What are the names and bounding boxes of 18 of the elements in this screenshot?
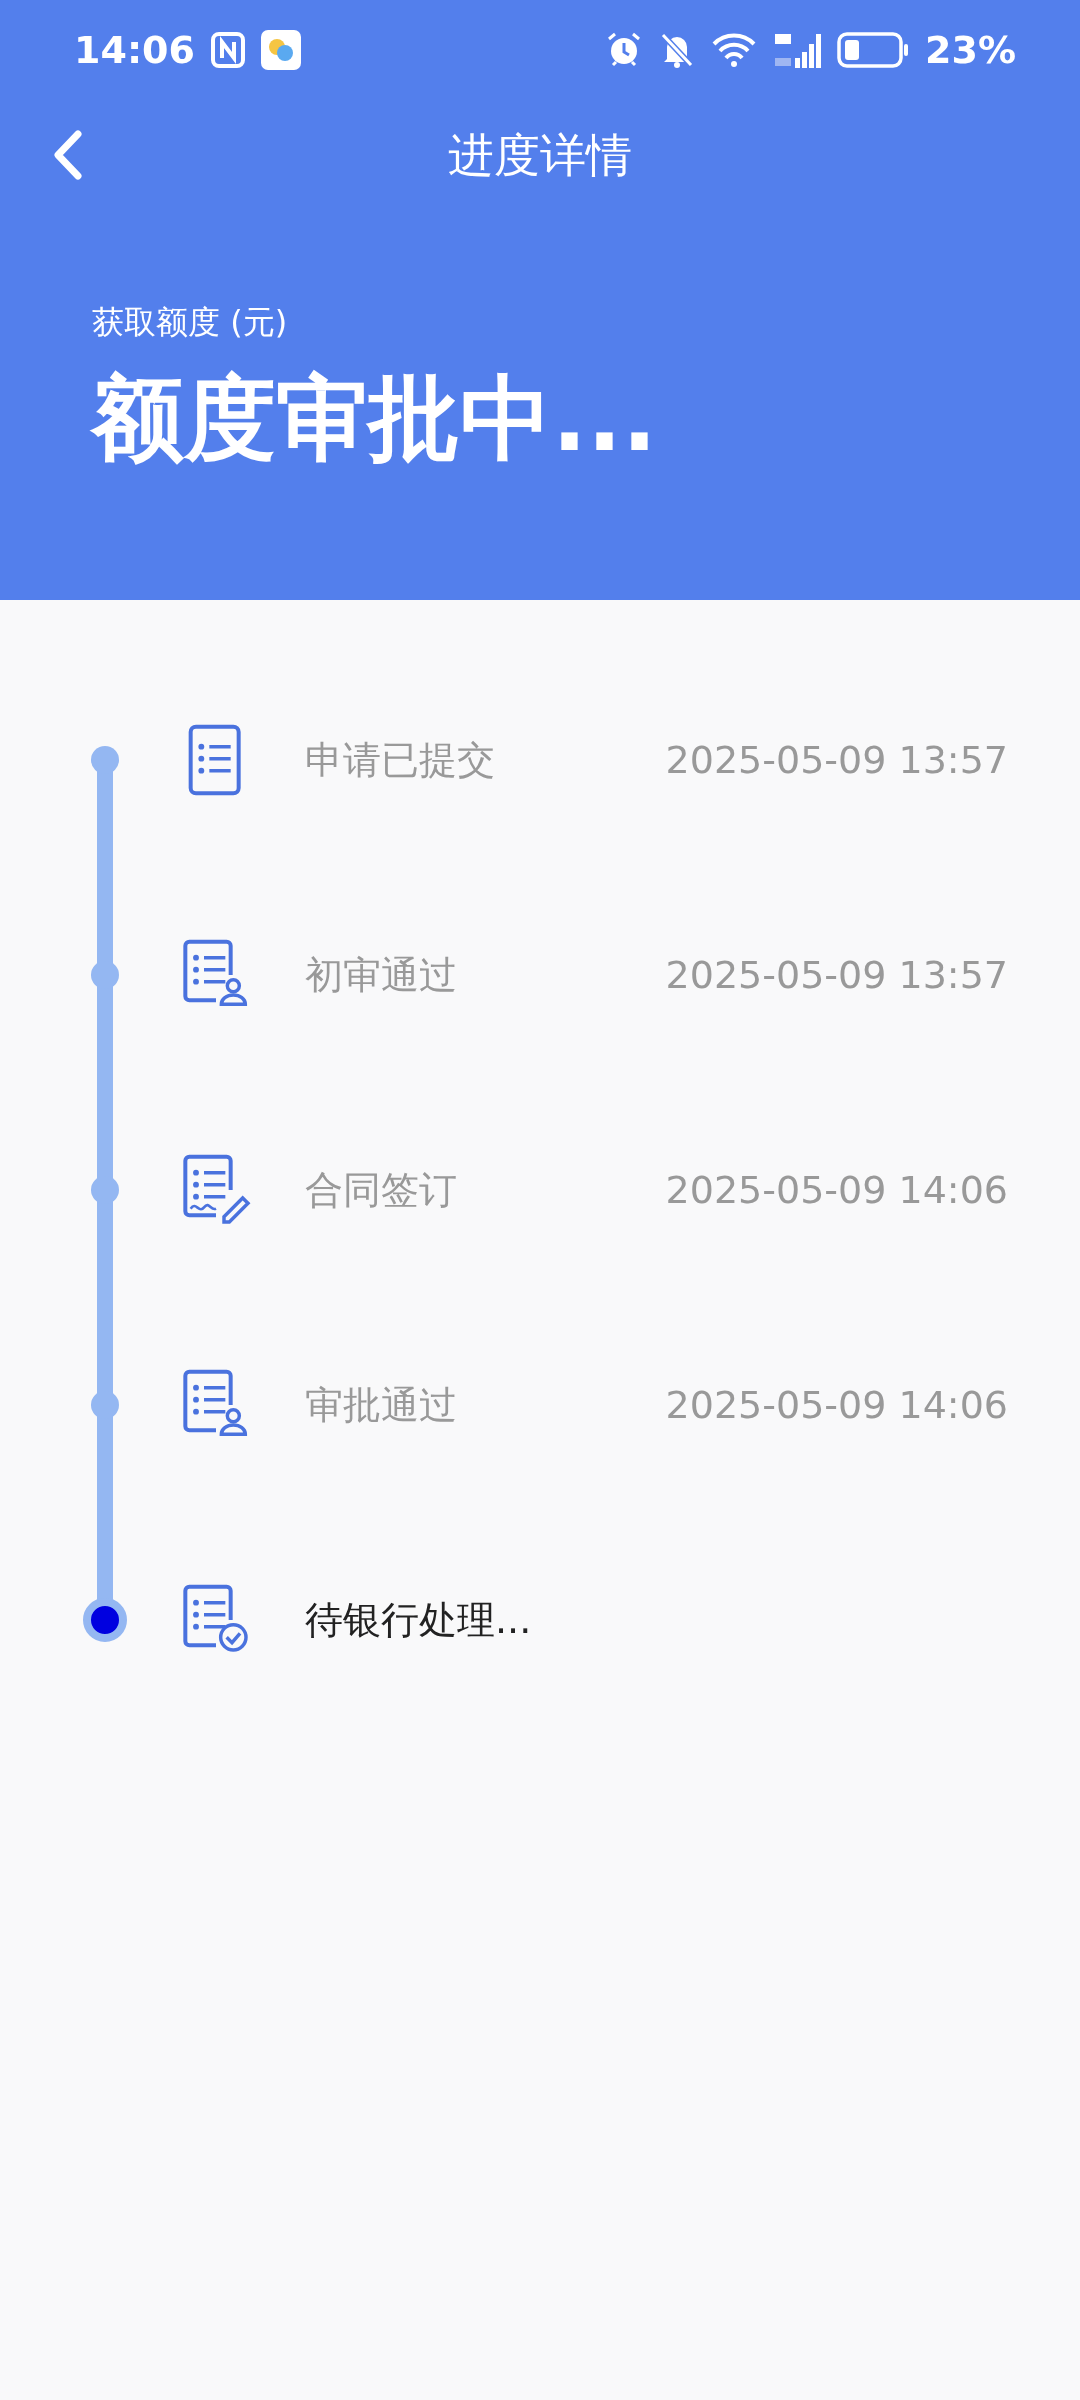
step-time: 2025-05-09 13:57 bbox=[665, 736, 1008, 783]
step-title: 待银行处理... bbox=[305, 1596, 532, 1643]
step-title: 申请已提交 bbox=[305, 736, 495, 783]
battery-icon bbox=[837, 31, 910, 69]
app-icon bbox=[260, 30, 301, 70]
status-time: 14:06 bbox=[74, 26, 195, 74]
battery-percent: 23% bbox=[925, 26, 1016, 74]
step-title: 审批通过 bbox=[305, 1381, 457, 1428]
step-time: 2025-05-09 14:06 bbox=[665, 1381, 1008, 1428]
amount-label: 获取额度 (元) bbox=[92, 302, 289, 343]
page-title: 进度详情 bbox=[448, 126, 632, 184]
approval-status: 额度审批中... bbox=[92, 364, 658, 474]
step-time: 2025-05-09 13:57 bbox=[665, 951, 1008, 998]
step-title: 合同签订 bbox=[305, 1166, 457, 1213]
step-title: 初审通过 bbox=[305, 951, 457, 998]
step-time: 2025-05-09 14:06 bbox=[665, 1166, 1008, 1213]
wifi-icon bbox=[711, 32, 758, 68]
nfc-icon bbox=[210, 32, 245, 68]
